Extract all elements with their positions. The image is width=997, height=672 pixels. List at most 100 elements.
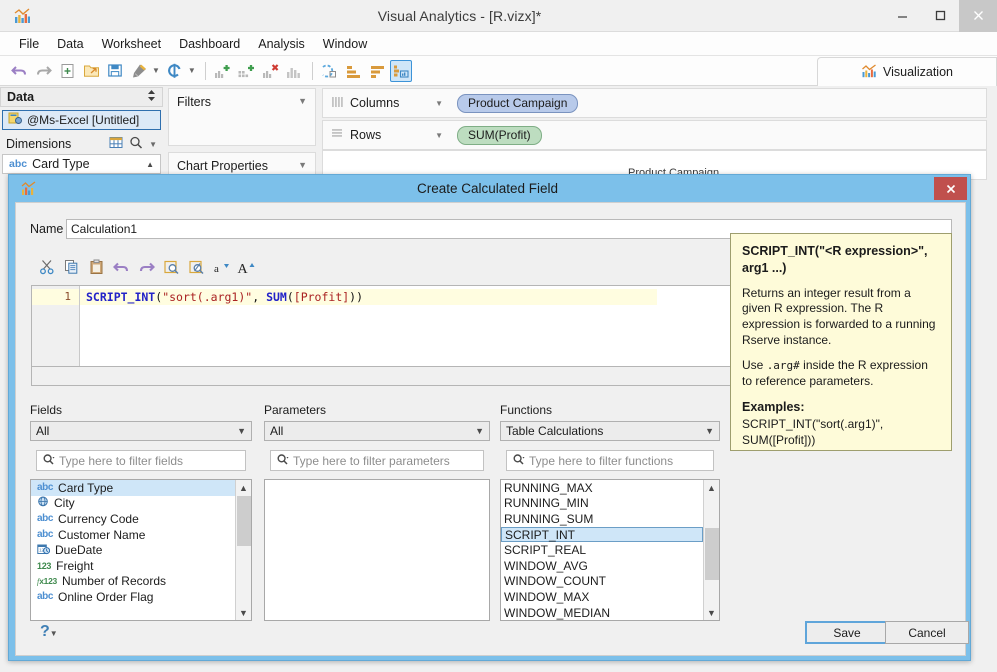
fields-search-input[interactable]: Type here to filter fields — [36, 450, 246, 471]
menu-item-window[interactable]: Window — [314, 34, 376, 54]
list-item[interactable]: 123 Freight — [31, 558, 235, 574]
help-examples-label: Examples: — [742, 399, 805, 414]
list-item[interactable]: 12 DueDate — [31, 542, 235, 558]
open-folder-icon[interactable] — [80, 60, 102, 82]
list-item[interactable]: SCRIPT_REAL — [501, 542, 703, 558]
abc-icon: abc — [37, 591, 54, 603]
data-source-item[interactable]: @Ms-Excel [Untitled] — [2, 110, 161, 130]
show-me-icon[interactable] — [389, 59, 412, 82]
redo-icon[interactable] — [32, 60, 54, 82]
paste-icon[interactable] — [84, 256, 109, 278]
fields-scrollbar[interactable]: ▲ ▼ — [235, 480, 251, 620]
editor-gutter: 1 — [32, 286, 80, 366]
functions-scrollbar[interactable]: ▲ ▼ — [703, 480, 719, 620]
cancel-button[interactable]: Cancel — [885, 621, 969, 644]
save-button[interactable]: Save — [805, 621, 889, 644]
list-item[interactable]: WINDOW_AVG — [501, 558, 703, 574]
columns-shelf[interactable]: Columns ▼ Product Campaign — [322, 88, 987, 118]
chevron-down-icon[interactable]: ▼ — [149, 140, 157, 149]
chevron-up-icon[interactable]: ▲ — [707, 480, 716, 495]
list-item[interactable]: WINDOW_MAX — [501, 589, 703, 605]
chevron-up-icon[interactable]: ▲ — [239, 480, 248, 495]
undo-icon[interactable] — [8, 60, 30, 82]
sort-ascending-icon[interactable] — [342, 60, 364, 82]
fields-header: Fields — [30, 403, 63, 417]
sort-bars-icon[interactable] — [283, 60, 305, 82]
replace-icon[interactable] — [184, 256, 209, 278]
function-label: RUNNING_MAX — [504, 480, 593, 495]
dimension-item-card-type[interactable]: abc Card Type ▲ — [2, 154, 161, 174]
chevron-down-icon[interactable]: ▼ — [298, 160, 307, 170]
chevron-up-icon[interactable]: ▲ — [146, 160, 154, 169]
updown-arrows-icon[interactable] — [147, 89, 156, 105]
menu-item-worksheet[interactable]: Worksheet — [93, 34, 171, 54]
clear-sheet-icon[interactable] — [128, 60, 150, 82]
menu-item-data[interactable]: Data — [48, 34, 92, 54]
add-columns-icon[interactable] — [235, 60, 257, 82]
rows-shelf[interactable]: Rows ▼ SUM(Profit) — [322, 120, 987, 150]
fields-scrollbar-thumb[interactable] — [237, 496, 251, 546]
redo-icon[interactable] — [134, 256, 159, 278]
parameters-filter-select[interactable]: All ▼ — [264, 421, 490, 441]
new-sheet-icon[interactable] — [56, 60, 78, 82]
cut-icon[interactable] — [34, 256, 59, 278]
function-help-panel: SCRIPT_INT("<R expression>", arg1 ...) R… — [730, 233, 952, 451]
fields-listbox[interactable]: abc Card Type City abc Currency Code abc… — [30, 479, 252, 621]
menu-item-dashboard[interactable]: Dashboard — [170, 34, 249, 54]
application-window: Visual Analytics - [R.vizx]* File Data W… — [0, 0, 997, 672]
save-icon[interactable] — [104, 60, 126, 82]
field-label: Currency Code — [58, 511, 139, 526]
maximize-button[interactable] — [921, 0, 959, 32]
shelf-pill-columns[interactable]: Product Campaign — [457, 93, 579, 113]
chevron-down-icon[interactable]: ▼ — [435, 99, 443, 108]
list-item[interactable]: abc Online Order Flag — [31, 589, 235, 605]
list-item[interactable]: f x123 Number of Records — [31, 574, 235, 590]
clear-sheet-dropdown-icon[interactable]: ▼ — [152, 66, 160, 75]
list-item-selected[interactable]: SCRIPT_INT — [501, 526, 703, 543]
question-mark-icon[interactable]: ?▼ — [40, 623, 58, 641]
tab-visualization[interactable]: Visualization — [817, 57, 997, 86]
list-item[interactable]: WINDOW_COUNT — [501, 574, 703, 590]
list-item[interactable]: RUNNING_MAX — [501, 480, 703, 496]
list-item[interactable]: abc Currency Code — [31, 511, 235, 527]
chevron-down-icon: ▼ — [237, 426, 246, 436]
swap-axis-icon[interactable] — [318, 60, 340, 82]
chevron-down-icon: ▼ — [705, 426, 714, 436]
remove-field-icon[interactable] — [259, 60, 281, 82]
data-pane-header: Data — [0, 87, 163, 107]
list-item[interactable]: City — [31, 496, 235, 512]
tab-visualization-label: Visualization — [883, 65, 953, 79]
list-item[interactable]: abc Customer Name — [31, 527, 235, 543]
data-source-label: @Ms-Excel [Untitled] — [27, 113, 140, 127]
find-icon[interactable] — [159, 256, 184, 278]
minimize-button[interactable] — [883, 0, 921, 32]
chevron-down-icon[interactable]: ▼ — [435, 131, 443, 140]
functions-search-input[interactable]: Type here to filter functions — [506, 450, 714, 471]
parameters-search-input[interactable]: Type here to filter parameters — [270, 450, 484, 471]
decrease-font-icon[interactable]: a — [209, 256, 234, 278]
parameters-listbox[interactable] — [264, 479, 490, 621]
menu-item-file[interactable]: File — [10, 34, 48, 54]
list-item[interactable]: RUNNING_SUM — [501, 511, 703, 527]
search-icon[interactable] — [129, 136, 143, 152]
add-rows-icon[interactable] — [211, 60, 233, 82]
grid-icon[interactable] — [109, 136, 123, 152]
copy-icon[interactable] — [59, 256, 84, 278]
list-item[interactable]: abc Card Type — [31, 480, 235, 496]
functions-scrollbar-thumb[interactable] — [705, 528, 719, 580]
formula-text[interactable]: SCRIPT_INT("sort(.arg1)", SUM([Profit])) — [80, 289, 657, 305]
increase-font-icon[interactable]: A — [234, 256, 259, 278]
menu-item-analysis[interactable]: Analysis — [249, 34, 314, 54]
chevron-down-icon[interactable]: ▼ — [298, 96, 307, 106]
functions-filter-select[interactable]: Table Calculations ▼ — [500, 421, 720, 441]
dialog-close-button[interactable] — [934, 177, 967, 200]
shelf-pill-rows[interactable]: SUM(Profit) — [457, 125, 542, 145]
sort-descending-icon[interactable] — [366, 60, 388, 82]
undo-icon[interactable] — [109, 256, 134, 278]
close-button[interactable] — [959, 0, 997, 32]
refresh-icon[interactable] — [164, 60, 186, 82]
fields-filter-select[interactable]: All ▼ — [30, 421, 252, 441]
functions-listbox[interactable]: RUNNING_MAX RUNNING_MIN RUNNING_SUM SCRI… — [500, 479, 720, 621]
refresh-dropdown-icon[interactable]: ▼ — [188, 66, 196, 75]
list-item[interactable]: RUNNING_MIN — [501, 496, 703, 512]
